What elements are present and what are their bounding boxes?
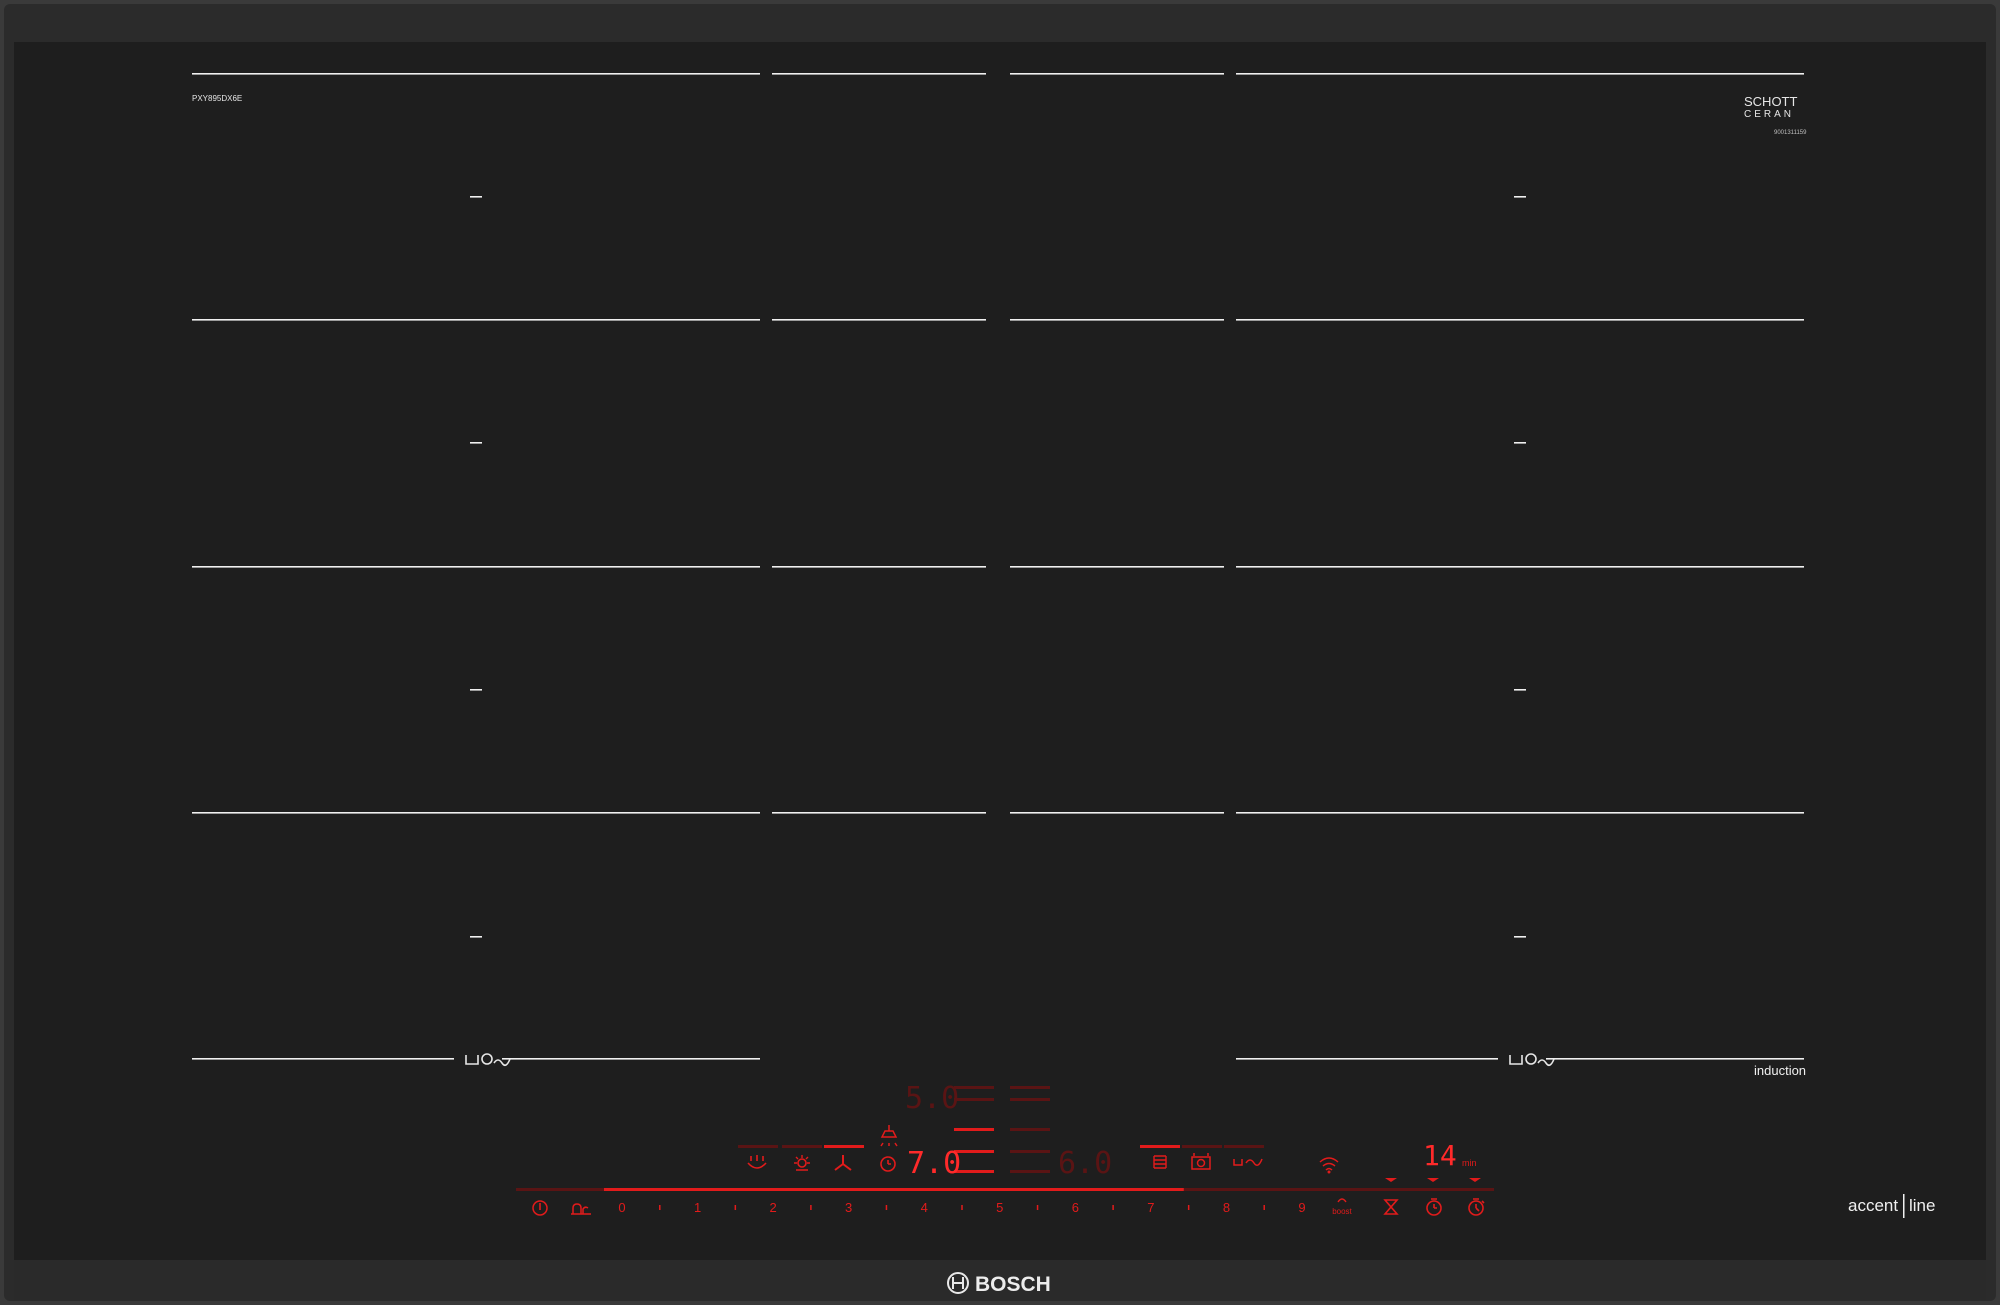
scale-tick (961, 1205, 963, 1210)
timer-display: 14 (1423, 1139, 1457, 1172)
scale-label[interactable]: 5 (996, 1200, 1003, 1215)
zone-center-tick (470, 936, 482, 938)
zone-divider-line (772, 566, 986, 568)
scale-label[interactable]: 6 (1072, 1200, 1079, 1215)
function-indicator (1182, 1145, 1222, 1148)
zone-divider-line (1236, 812, 1804, 814)
scale-tick (810, 1205, 812, 1210)
zone-divider-line (192, 319, 760, 321)
glass-surface (14, 42, 1986, 1260)
scale-label[interactable]: 3 (845, 1200, 852, 1215)
zone-divider-line (1010, 319, 1224, 321)
scale-tick (1263, 1205, 1265, 1210)
scale-tick (1187, 1205, 1190, 1210)
scale-tick (1112, 1205, 1114, 1210)
series-word-accent: accent (1848, 1196, 1898, 1215)
zone-center-tick (1514, 196, 1526, 198)
scale-label[interactable]: 2 (769, 1200, 776, 1215)
zone-divider-line (1236, 319, 1804, 321)
brand-wordmark: BOSCH (975, 1273, 1051, 1296)
scale-label[interactable]: 4 (921, 1200, 928, 1215)
scale-label[interactable]: 7 (1147, 1200, 1154, 1215)
zone-center-tick (1514, 442, 1526, 444)
zone-divider-line (1236, 73, 1804, 75)
scale-label[interactable]: 8 (1223, 1200, 1230, 1215)
boost-label[interactable]: boost (1332, 1207, 1352, 1216)
zone-divider-line (1010, 812, 1224, 814)
level-bar (1010, 1086, 1050, 1089)
model-code: PXY895DX6E (192, 94, 242, 103)
zone-divider-line (772, 73, 986, 75)
zone-divider-line (192, 566, 760, 568)
scale-label[interactable]: 9 (1298, 1200, 1305, 1215)
level-bar (954, 1086, 994, 1089)
scale-label[interactable]: 1 (694, 1200, 701, 1215)
scale-tick (885, 1205, 888, 1210)
timer-unit: min (1462, 1158, 1477, 1168)
function-indicator (782, 1145, 822, 1148)
scale-tick (659, 1205, 661, 1210)
function-indicator (1140, 1145, 1180, 1148)
zone-divider-line (1010, 73, 1224, 75)
series-divider (1903, 1194, 1905, 1218)
glass-brand-line1: SCHOTT (1744, 94, 1798, 109)
induction-hob: PXY895DX6E SCHOTT CERAN 9001311159 induc… (0, 0, 2000, 1305)
scale-tick (1036, 1205, 1039, 1210)
zone-divider-line (502, 1058, 760, 1060)
zone-divider-line (772, 812, 986, 814)
zone-center-tick (470, 196, 482, 198)
zone-divider-line (1236, 1058, 1498, 1060)
function-indicator (1224, 1145, 1264, 1148)
function-indicator (738, 1145, 778, 1148)
zone-center-tick (470, 442, 482, 444)
scale-label[interactable]: 0 (618, 1200, 625, 1215)
function-indicator (824, 1145, 864, 1148)
zone-divider-line (192, 1058, 454, 1060)
level-bar (1010, 1098, 1050, 1101)
scale-tick (734, 1205, 737, 1210)
glass-brand-line2: CERAN (1744, 109, 1794, 120)
series-word-line: line (1909, 1196, 1935, 1215)
slider-fill (604, 1188, 1184, 1191)
zone-center-tick (1514, 936, 1526, 938)
level-bar (1010, 1150, 1050, 1153)
level-bar (954, 1098, 994, 1101)
level-bar (1010, 1128, 1050, 1131)
level-bar (1010, 1170, 1050, 1173)
zone-center-tick (470, 689, 482, 691)
cooking-type-label: induction (1754, 1063, 1806, 1078)
glass-serial: 9001311159 (1774, 130, 1807, 136)
upper-level-display: 5.0 (905, 1081, 959, 1116)
zone-divider-line (772, 319, 986, 321)
zone-center-tick (1514, 689, 1526, 691)
zone-divider-line (192, 812, 760, 814)
zone-divider-line (1010, 566, 1224, 568)
zone-divider-line (1546, 1058, 1804, 1060)
zone-divider-line (1236, 566, 1804, 568)
active-level-display: 7.0 (907, 1146, 961, 1181)
level-bar (954, 1128, 994, 1131)
zone-divider-line (192, 73, 760, 75)
right-level-display: 6.0 (1058, 1146, 1112, 1181)
